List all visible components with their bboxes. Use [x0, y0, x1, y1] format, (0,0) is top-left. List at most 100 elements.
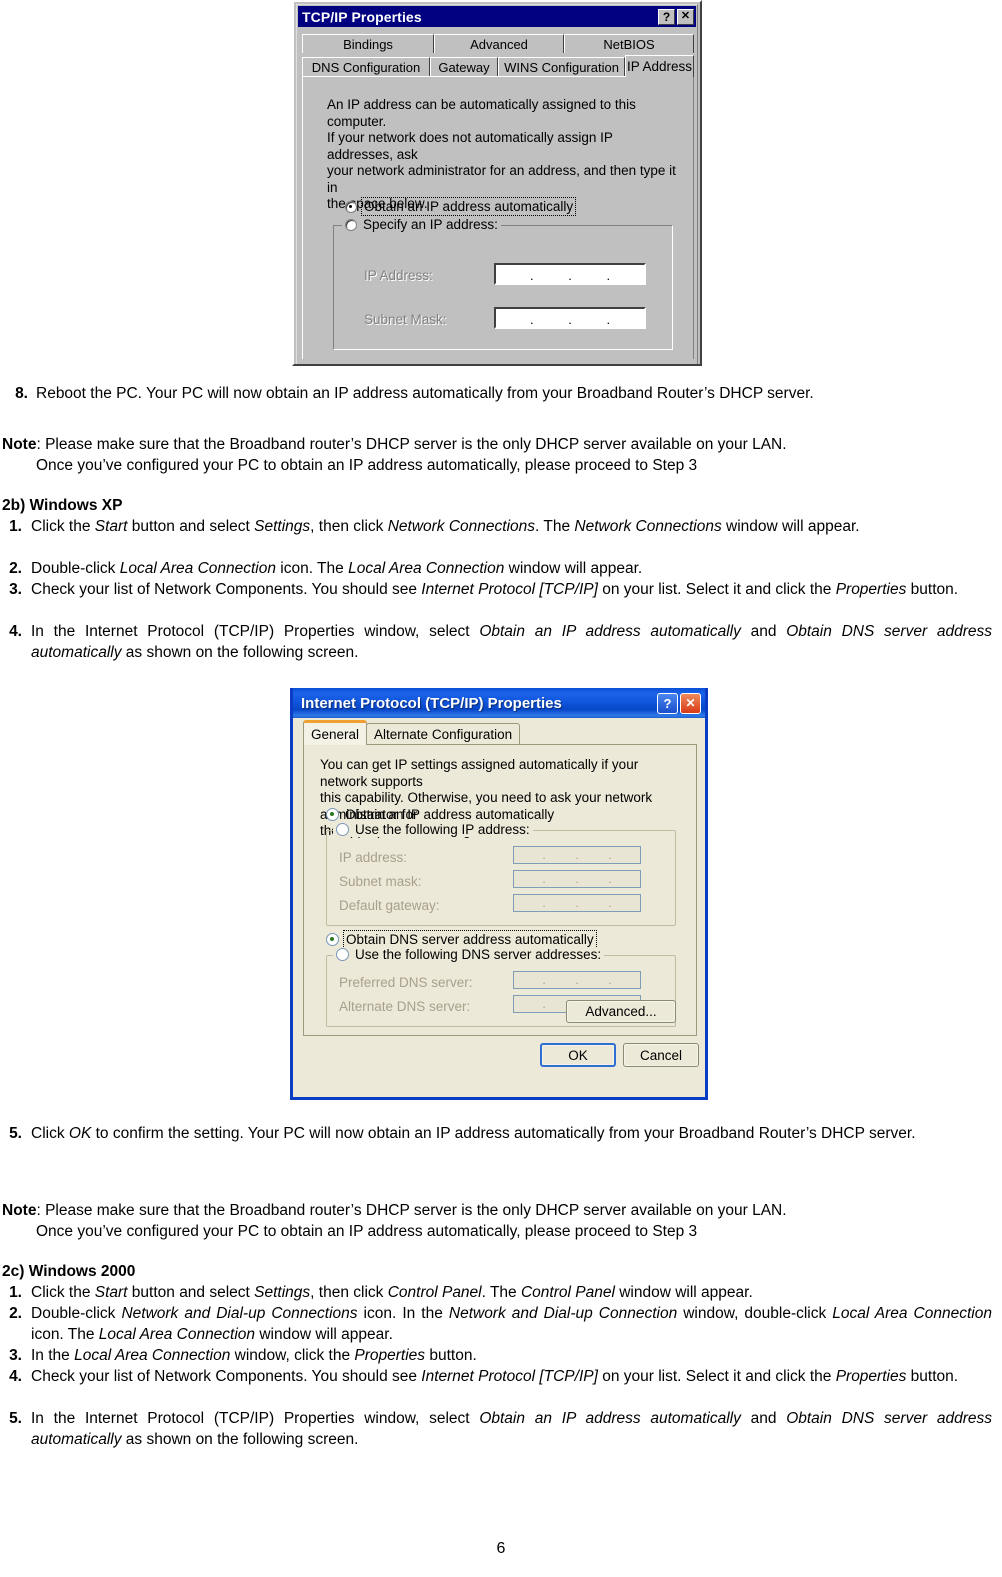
w2k-step-3-text: In the Local Area Connection window, cli…: [31, 1347, 477, 1364]
w2k-step-3-number: 3.: [9, 1347, 22, 1364]
note-1-text-2: Once you’ve configured your PC to obtain…: [36, 457, 698, 474]
xp-gateway-octet-1[interactable]: [514, 895, 541, 911]
radio-ip-manual-icon[interactable]: [336, 823, 349, 836]
xp-subnet-octet-4[interactable]: [613, 871, 640, 887]
ip-octet-4[interactable]: [611, 265, 644, 283]
tab-gateway-label: Gateway: [438, 59, 490, 75]
tab-general[interactable]: General: [303, 720, 368, 745]
xp-subnet-octet-3[interactable]: [580, 871, 607, 887]
tab-wins-configuration[interactable]: WINS Configuration: [498, 57, 625, 76]
xp-step-5-confirm: 5. Click OK to confirm the setting. Your…: [2, 1124, 992, 1145]
tab-ip-address-label: IP Address: [626, 59, 693, 74]
xp-pref-dns-octet-1[interactable]: [514, 972, 541, 988]
tab-row-bottom: DNS Configuration Gateway WINS Configura…: [302, 55, 694, 77]
note-2-line-2: Once you’ve configured your PC to obtain…: [2, 1221, 982, 1242]
xp-gateway-octet-2[interactable]: [547, 895, 574, 911]
xp-pref-dns-octet-2[interactable]: [547, 972, 574, 988]
xp-gateway-octet-4[interactable]: [613, 895, 640, 911]
w2k-step-1-number: 1.: [9, 1284, 22, 1301]
xp-subnet-octet-2[interactable]: [547, 871, 574, 887]
xp-ip-octet-2[interactable]: [547, 847, 574, 863]
note-1-label: Note: [2, 436, 37, 453]
xp-step-1-text: Click the Start button and select Settin…: [31, 518, 860, 535]
xp-subnet-octet-1[interactable]: [514, 871, 541, 887]
radio-ip-auto-icon[interactable]: [326, 808, 339, 821]
radio-specify-ip-icon[interactable]: [345, 218, 357, 231]
xp-step-2-number: 2.: [9, 560, 22, 577]
tcpip-properties-dialog: TCP/IP Properties ? ✕ Bindings Advanced …: [292, 0, 702, 366]
xp-ip-address-field[interactable]: . . .: [513, 846, 641, 864]
subnet-mask-field[interactable]: . . .: [494, 307, 646, 329]
xp-help-button[interactable]: ?: [657, 692, 678, 714]
tab-advanced[interactable]: Advanced: [434, 34, 564, 53]
advanced-button[interactable]: Advanced...: [566, 1000, 676, 1023]
xp-pref-dns-octet-3[interactable]: [580, 972, 607, 988]
note-1: Note: Please make sure that the Broadban…: [2, 434, 982, 476]
xp-subnet-mask-field[interactable]: . . .: [513, 870, 641, 888]
ip-octet-2[interactable]: [534, 265, 567, 283]
xp-alt-dns-octet-1[interactable]: [514, 996, 541, 1012]
radio-ip-auto-label: Obtain an IP address automatically: [345, 807, 554, 822]
note-2-label: Note: [2, 1202, 37, 1219]
radio-dns-auto-icon[interactable]: [326, 933, 339, 946]
radio-dns-manual-row[interactable]: Use the following DNS server addresses:: [333, 947, 605, 962]
xp-pref-dns-octet-4[interactable]: [613, 972, 640, 988]
radio-ip-auto-text: Obtain an IP address automatically: [345, 807, 555, 822]
xp-preferred-dns-field[interactable]: . . .: [513, 971, 641, 989]
xp-ip-address-label: IP address:: [339, 850, 408, 865]
xp-close-button[interactable]: ✕: [680, 692, 701, 714]
tab-advanced-label: Advanced: [470, 36, 528, 52]
note-2-text-2: Once you’ve configured your PC to obtain…: [36, 1223, 698, 1240]
radio-dns-auto-row[interactable]: Obtain DNS server address automatically: [326, 930, 597, 949]
subnet-octet-1[interactable]: [496, 309, 529, 327]
xp-dialog-titlebar[interactable]: Internet Protocol (TCP/IP) Properties ? …: [293, 688, 705, 718]
xp-step-5-number: 5.: [9, 1125, 22, 1142]
tab-dns-configuration[interactable]: DNS Configuration: [302, 57, 430, 76]
subnet-octet-2[interactable]: [534, 309, 567, 327]
subnet-octet-3[interactable]: [573, 309, 606, 327]
tab-bindings[interactable]: Bindings: [302, 34, 434, 53]
step-8-text: Reboot the PC. Your PC will now obtain a…: [36, 385, 814, 402]
close-button[interactable]: ✕: [677, 8, 694, 25]
xp-ip-octet-4[interactable]: [613, 847, 640, 863]
document-page: TCP/IP Properties ? ✕ Bindings Advanced …: [0, 0, 1002, 1577]
ip-address-field-label: IP Address:: [364, 268, 433, 283]
tab-netbios[interactable]: NetBIOS: [564, 34, 694, 53]
radio-ip-manual-row[interactable]: Use the following IP address:: [333, 822, 533, 837]
radio-ip-auto-row[interactable]: Obtain an IP address automatically: [326, 807, 554, 822]
xp-step-3: 3. Check your list of Network Components…: [2, 580, 992, 601]
section-heading-windows-xp: 2b) Windows XP: [2, 497, 123, 514]
dialog-titlebar[interactable]: TCP/IP Properties ? ✕: [298, 6, 696, 27]
note-2: Note: Please make sure that the Broadban…: [2, 1200, 982, 1242]
ip-address-field[interactable]: . . .: [494, 263, 646, 285]
xp-step-4: 4. In the Internet Protocol (TCP/IP) Pro…: [2, 622, 992, 663]
w2k-step-5-number: 5.: [9, 1410, 22, 1427]
radio-obtain-ip-auto-row[interactable]: Obtain an IP address automatically: [345, 197, 577, 216]
xp-default-gateway-field[interactable]: . . .: [513, 894, 641, 912]
radio-dns-manual-icon[interactable]: [336, 948, 349, 961]
tab-gateway[interactable]: Gateway: [430, 57, 498, 76]
dialog-description: An IP address can be automatically assig…: [327, 97, 676, 211]
advanced-button-label: Advanced...: [585, 1004, 657, 1019]
subnet-octet-4[interactable]: [611, 309, 644, 327]
xp-ip-octet-3[interactable]: [580, 847, 607, 863]
xp-gateway-octet-3[interactable]: [580, 895, 607, 911]
ip-octet-3[interactable]: [573, 265, 606, 283]
radio-ip-manual-label: Use the following IP address:: [355, 822, 530, 837]
tab-ip-address[interactable]: IP Address: [625, 55, 694, 77]
general-tab-panel: You can get IP settings assigned automat…: [303, 744, 697, 1036]
subnet-mask-field-label: Subnet Mask:: [364, 312, 447, 327]
radio-obtain-ip-auto-icon[interactable]: [345, 200, 357, 213]
w2k-step-5: 5. In the Internet Protocol (TCP/IP) Pro…: [2, 1409, 992, 1450]
ok-button[interactable]: OK: [540, 1043, 616, 1067]
tab-general-label: General: [311, 726, 360, 742]
radio-specify-ip-row[interactable]: Specify an IP address:: [342, 217, 501, 232]
tab-alternate-configuration[interactable]: Alternate Configuration: [366, 723, 521, 745]
xp-tab-row: General Alternate Configuration: [303, 720, 521, 745]
xp-ip-octet-1[interactable]: [514, 847, 541, 863]
help-button[interactable]: ?: [658, 8, 675, 25]
cancel-button[interactable]: Cancel: [623, 1043, 699, 1067]
xp-step-3-text: Check your list of Network Components. Y…: [31, 581, 959, 598]
w2k-step-1-text: Click the Start button and select Settin…: [31, 1284, 753, 1301]
ip-octet-1[interactable]: [496, 265, 529, 283]
